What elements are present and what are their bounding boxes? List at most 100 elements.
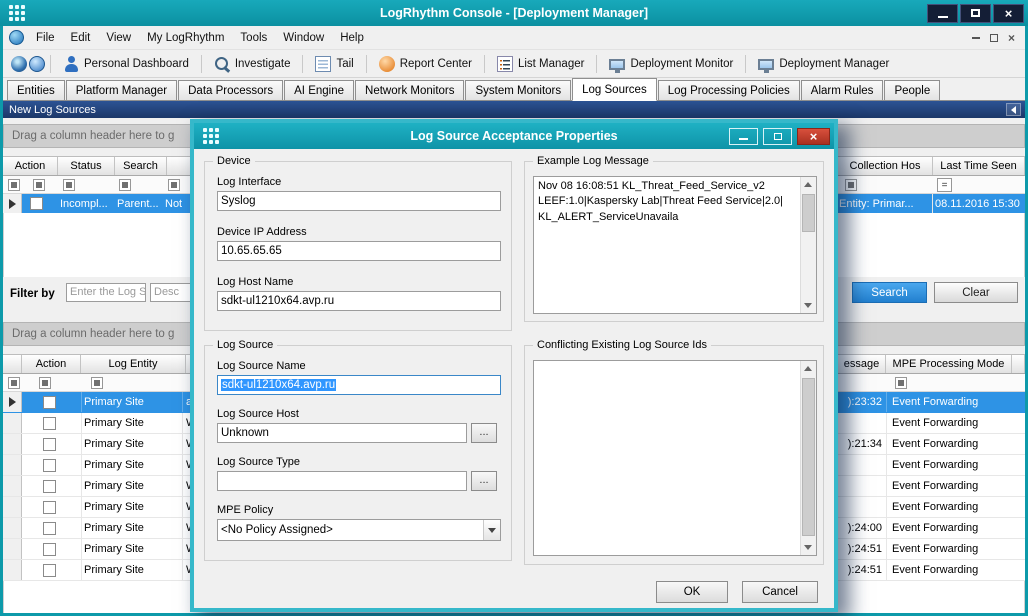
column-header-log-entity[interactable]: Log Entity [81,355,186,373]
conflicting-ids-textarea[interactable] [533,360,817,556]
tab-entities[interactable]: Entities [7,80,65,100]
console-home-icon[interactable] [11,56,27,72]
scroll-up-icon[interactable] [804,366,812,371]
mdi-restore-icon[interactable] [990,34,998,42]
toolbar-investigate[interactable]: Investigate [207,53,298,75]
filter-checkbox-icon[interactable] [119,179,131,191]
column-header-search[interactable]: Search [115,157,167,175]
description-filter-input[interactable]: Desc [150,283,195,302]
vertical-scrollbar[interactable] [800,177,816,313]
row-checkbox[interactable] [43,438,56,451]
row-selector[interactable] [3,194,22,213]
dialog-minimize-button[interactable] [729,128,758,145]
filter-operator-button[interactable]: = [937,178,952,192]
toolbar-tail[interactable]: Tail [308,53,360,75]
log-source-name-field[interactable]: sdkt-ul1210x64.avp.ru [217,375,501,395]
scroll-up-icon[interactable] [804,182,812,187]
dialog-close-button[interactable]: × [797,128,830,145]
scrollbar-thumb[interactable] [802,378,815,536]
column-header-message[interactable]: essage [838,355,886,373]
globe-icon[interactable] [9,30,24,45]
dialog-maximize-button[interactable] [763,128,792,145]
filter-checkbox-icon[interactable] [8,179,20,191]
filter-checkbox-icon[interactable] [63,179,75,191]
clear-button[interactable]: Clear [934,282,1018,303]
row-checkbox[interactable] [30,197,43,210]
browse-host-button[interactable]: ... [471,423,497,443]
tab-network-monitors[interactable]: Network Monitors [355,80,464,100]
row-selector[interactable] [3,518,22,538]
dialog-titlebar[interactable]: Log Source Acceptance Properties × [194,123,834,149]
tab-alarm-rules[interactable]: Alarm Rules [801,80,884,100]
row-checkbox[interactable] [43,459,56,472]
row-checkbox[interactable] [43,396,56,409]
row-selector[interactable] [3,560,22,580]
window-titlebar[interactable]: LogRhythm Console - [Deployment Manager]… [0,0,1028,26]
filter-checkbox-icon[interactable] [895,377,907,389]
collapse-panel-button[interactable] [1006,103,1021,116]
vertical-scrollbar[interactable] [800,361,816,555]
scrollbar-thumb[interactable] [802,194,815,232]
column-header-action[interactable]: Action [3,157,58,175]
ok-button[interactable]: OK [656,581,728,603]
menu-tools[interactable]: Tools [232,28,275,48]
tab-log-sources[interactable]: Log Sources [572,78,657,101]
mdi-minimize-icon[interactable] [972,37,980,39]
log-source-host-field[interactable]: Unknown [217,423,467,443]
menu-help[interactable]: Help [332,28,372,48]
row-selector[interactable] [3,392,22,412]
menu-file[interactable]: File [28,28,63,48]
log-interface-field[interactable]: Syslog [217,191,501,211]
menu-view[interactable]: View [98,28,139,48]
column-header-collection-host[interactable]: Collection Hos [838,157,933,175]
row-checkbox[interactable] [43,543,56,556]
tab-log-processing-policies[interactable]: Log Processing Policies [658,80,800,100]
row-selector[interactable] [3,434,22,454]
menu-edit[interactable]: Edit [63,28,99,48]
device-ip-field[interactable]: 10.65.65.65 [217,241,501,261]
filter-checkbox-icon[interactable] [845,179,857,191]
column-header-status[interactable]: Status [58,157,115,175]
filter-checkbox-icon[interactable] [168,179,180,191]
row-checkbox[interactable] [43,564,56,577]
log-source-filter-input[interactable]: Enter the Log So [66,283,146,302]
filter-checkbox-icon[interactable] [8,377,20,389]
row-checkbox[interactable] [43,501,56,514]
web-console-icon[interactable] [29,56,45,72]
row-selector[interactable] [3,476,22,496]
column-header-action[interactable]: Action [22,355,81,373]
close-button[interactable]: × [993,4,1024,23]
toolbar-report-center[interactable]: Report Center [372,53,479,75]
tab-platform-manager[interactable]: Platform Manager [66,80,177,100]
filter-checkbox-icon[interactable] [91,377,103,389]
minimize-button[interactable] [927,4,958,23]
filter-checkbox-icon[interactable] [33,179,45,191]
column-header-last-time-seen[interactable]: Last Time Seen [933,157,1025,175]
row-checkbox[interactable] [43,522,56,535]
menu-my-logrhythm[interactable]: My LogRhythm [139,28,232,48]
example-log-message-textarea[interactable]: Nov 08 16:08:51 KL_Threat_Feed_Service_v… [533,176,817,314]
scroll-down-icon[interactable] [804,303,812,308]
filter-checkbox-icon[interactable] [39,377,51,389]
log-host-name-field[interactable]: sdkt-ul1210x64.avp.ru [217,291,501,311]
toolbar-personal-dashboard[interactable]: Personal Dashboard [56,53,196,75]
mdi-close-icon[interactable]: × [1008,32,1015,44]
maximize-button[interactable] [960,4,991,23]
toolbar-deployment-manager[interactable]: Deployment Manager [751,54,896,73]
tab-system-monitors[interactable]: System Monitors [465,80,571,100]
toolbar-list-manager[interactable]: List Manager [490,53,591,75]
browse-type-button[interactable]: ... [471,471,497,491]
row-selector[interactable] [3,413,22,433]
row-selector[interactable] [3,539,22,559]
log-source-type-field[interactable] [217,471,467,491]
menu-window[interactable]: Window [275,28,332,48]
tab-ai-engine[interactable]: AI Engine [284,80,354,100]
row-selector[interactable] [3,455,22,475]
search-button[interactable]: Search [852,282,927,303]
tab-people[interactable]: People [884,80,940,100]
row-selector[interactable] [3,497,22,517]
cancel-button[interactable]: Cancel [742,581,818,603]
tab-data-processors[interactable]: Data Processors [178,80,283,100]
scroll-down-icon[interactable] [804,545,812,550]
row-checkbox[interactable] [43,417,56,430]
